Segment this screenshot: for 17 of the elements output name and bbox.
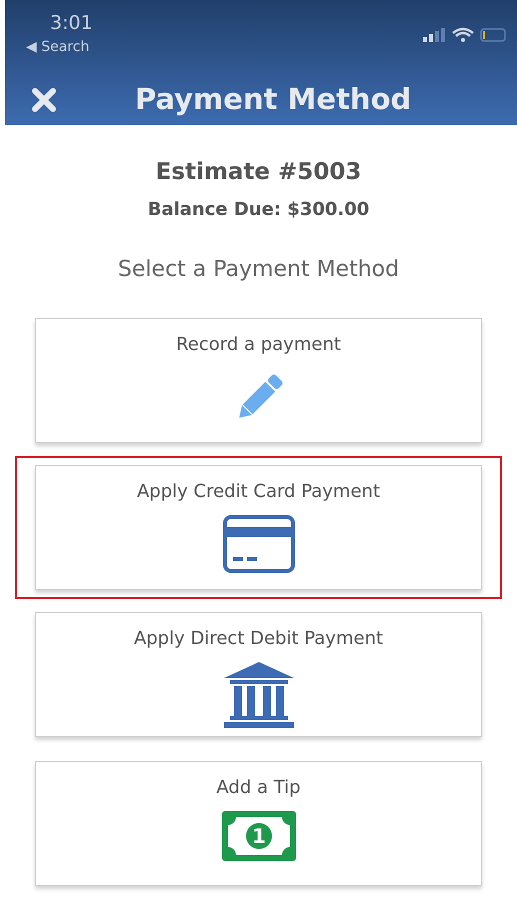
select-prompt: Select a Payment Method: [118, 256, 400, 284]
page-title: Payment Method: [135, 81, 412, 118]
battery-icon: [480, 28, 506, 42]
signal-icon: [423, 28, 445, 42]
wifi-icon: [452, 28, 474, 42]
close-icon: [31, 86, 57, 113]
status-time: 3:01: [50, 12, 93, 34]
back-to-search-link[interactable]: ◀ Search: [26, 37, 93, 58]
credit-card-icon: [222, 514, 294, 572]
balance-due: Balance Due: $300.00: [148, 198, 370, 222]
payment-option-card[interactable]: Add a Tip 1: [35, 760, 482, 886]
payment-option-card[interactable]: Apply Direct Debit Payment: [35, 612, 482, 736]
payment-option-card[interactable]: Apply Credit Card Payment: [35, 464, 482, 590]
estimate-title: Estimate #5003: [156, 158, 362, 187]
bank-icon: [222, 662, 296, 728]
banknote-icon: 1: [222, 810, 296, 860]
payment-option-card[interactable]: Record a payment: [35, 318, 482, 442]
